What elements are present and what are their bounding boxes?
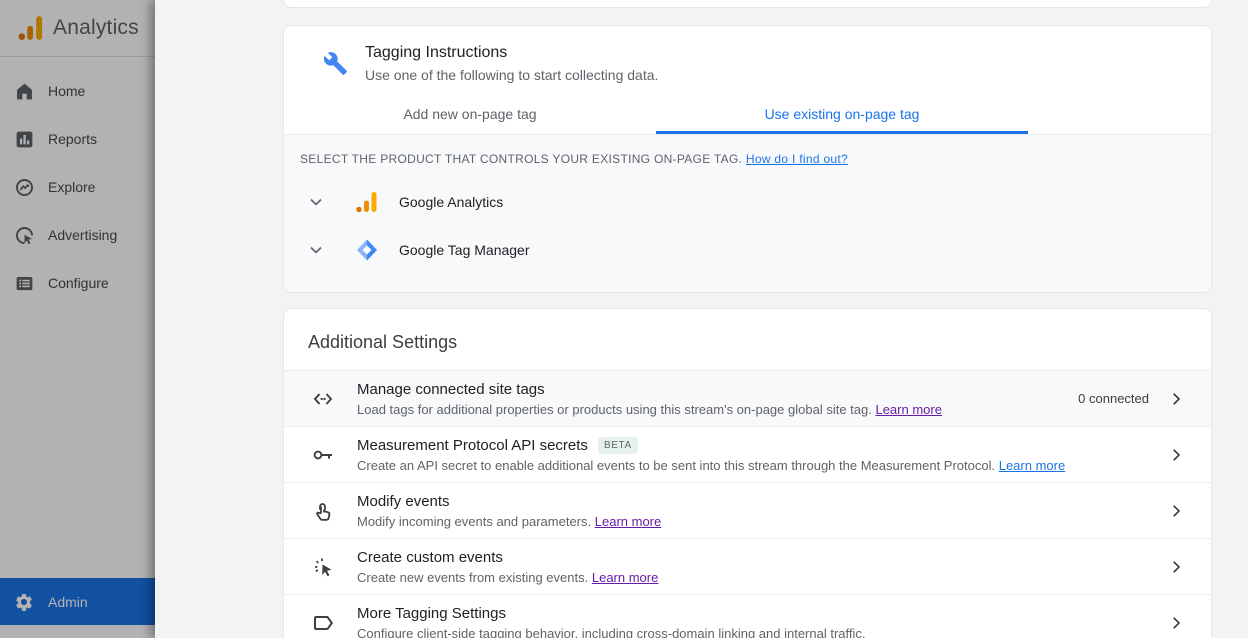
- row-manage-connected-site-tags[interactable]: Manage connected site tags Load tags for…: [284, 370, 1211, 426]
- row-title: Create custom events: [357, 548, 503, 566]
- row-description: Create an API secret to enable additiona…: [357, 457, 1066, 473]
- touch-icon: [316, 502, 331, 521]
- how-do-i-find-out-link[interactable]: How do I find out?: [746, 152, 848, 166]
- product-name: Google Tag Manager: [399, 242, 530, 258]
- row-description: Load tags for additional properties or p…: [357, 401, 942, 417]
- tagging-card-header: Tagging Instructions Use one of the foll…: [284, 26, 1211, 83]
- chevron-down-icon[interactable]: [306, 240, 326, 260]
- learn-more-link[interactable]: Learn more: [999, 458, 1065, 473]
- row-description: Modify incoming events and parameters. L…: [357, 513, 662, 529]
- learn-more-link[interactable]: Learn more: [592, 570, 658, 585]
- tab-use-existing-on-page-tag[interactable]: Use existing on-page tag: [656, 96, 1028, 134]
- chevron-right-icon[interactable]: [1167, 390, 1185, 408]
- row-title: Modify events: [357, 492, 450, 510]
- tab-add-new-on-page-tag[interactable]: Add new on-page tag: [284, 96, 656, 134]
- row-create-custom-events[interactable]: Create custom events Create new events f…: [284, 538, 1211, 594]
- chevron-right-icon[interactable]: [1167, 502, 1185, 520]
- row-title: Measurement Protocol API secrets: [357, 436, 588, 454]
- sidebar: Analytics Home Reports Explore Advertisi…: [0, 0, 155, 638]
- additional-settings-card: Additional Settings Manage connected sit…: [283, 308, 1212, 638]
- instruction-text: SELECT THE PRODUCT THAT CONTROLS YOUR EX…: [300, 152, 743, 166]
- screen: Analytics Home Reports Explore Advertisi…: [0, 0, 1248, 638]
- previous-card-edge: [283, 0, 1212, 8]
- tagging-instructions-card: Tagging Instructions Use one of the foll…: [283, 25, 1212, 293]
- label-icon: [314, 615, 333, 630]
- tag-tabs: Add new on-page tag Use existing on-page…: [284, 96, 1211, 135]
- card-subtitle: Use one of the following to start collec…: [365, 67, 659, 83]
- beta-badge: BETA: [597, 436, 638, 454]
- existing-tag-section: SELECT THE PRODUCT THAT CONTROLS YOUR EX…: [284, 135, 1211, 292]
- google-analytics-icon: [356, 192, 377, 213]
- row-modify-events[interactable]: Modify events Modify incoming events and…: [284, 482, 1211, 538]
- product-name: Google Analytics: [399, 194, 504, 210]
- row-title: More Tagging Settings: [357, 604, 506, 622]
- stream-details-panel: Tagging Instructions Use one of the foll…: [155, 0, 1248, 638]
- connected-count: 0 connected: [1078, 391, 1149, 406]
- card-title: Tagging Instructions: [365, 44, 508, 61]
- chevron-right-icon[interactable]: [1167, 446, 1185, 464]
- row-more-tagging-settings[interactable]: More Tagging Settings Configure client-s…: [284, 594, 1211, 638]
- backdrop-scrim[interactable]: [0, 0, 155, 638]
- cursor-sparks-icon: [315, 558, 332, 576]
- row-description: Configure client-side tagging behavior, …: [357, 625, 866, 638]
- chevron-down-icon[interactable]: [306, 192, 326, 212]
- google-tag-manager-icon: [357, 239, 377, 261]
- wrench-icon: [323, 52, 347, 75]
- card-title: Additional Settings: [308, 332, 458, 352]
- row-title: Manage connected site tags: [357, 380, 545, 398]
- chevron-right-icon[interactable]: [1167, 558, 1185, 576]
- product-row-google-tag-manager[interactable]: Google Tag Manager: [300, 226, 1195, 274]
- row-measurement-protocol-api-secrets[interactable]: Measurement Protocol API secrets BETA Cr…: [284, 426, 1211, 482]
- learn-more-link[interactable]: Learn more: [875, 402, 941, 417]
- product-row-google-analytics[interactable]: Google Analytics: [300, 178, 1195, 226]
- learn-more-link[interactable]: Learn more: [595, 514, 661, 529]
- connected-tags-icon: [313, 392, 333, 405]
- row-description: Create new events from existing events. …: [357, 569, 659, 585]
- select-product-instruction: SELECT THE PRODUCT THAT CONTROLS YOUR EX…: [300, 152, 1195, 166]
- chevron-right-icon[interactable]: [1167, 614, 1185, 632]
- key-icon: [313, 450, 332, 459]
